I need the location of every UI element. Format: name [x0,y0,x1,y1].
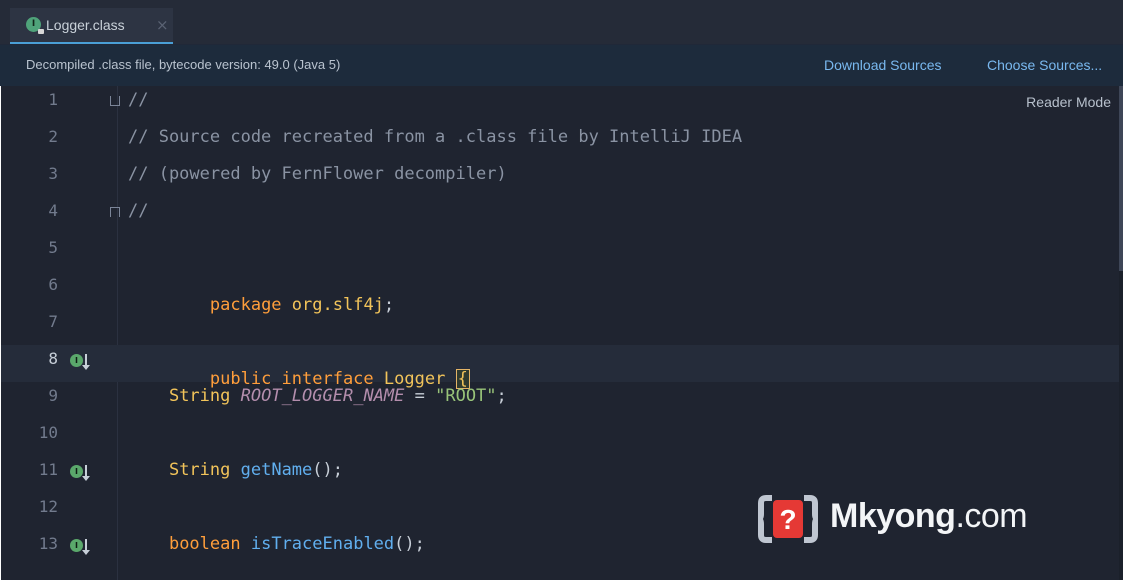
line-number: 13 [38,534,58,553]
code-token-method: isTraceEnabled [250,534,395,554]
choose-sources-link[interactable]: Choose Sources... [987,57,1102,73]
interface-file-icon: I [26,17,44,34]
line-number: 9 [48,386,58,405]
code-line: 3 // (powered by FernFlower decompiler) [0,160,1123,197]
decompiled-notice-text: Decompiled .class file, bytecode version… [26,57,341,72]
line-number: 12 [38,497,58,516]
arrow-down-icon [82,465,90,481]
code-token-method: getName [240,460,313,480]
tab-logger-class[interactable]: I Logger.class × [10,8,173,44]
line-number: 6 [48,275,58,294]
code-text: String getName(); [168,460,343,480]
code-line: 6 package org.slf4j; [0,271,1123,315]
line-number: 7 [48,312,58,331]
question-mark-glyph: ? [779,504,796,535]
code-token-type: String [168,386,231,406]
vertical-scroll-thumb[interactable] [1119,86,1123,271]
close-icon[interactable]: × [156,16,169,34]
fold-toggle-icon[interactable] [110,207,120,217]
mkyong-watermark: ? Mkyong.com [754,487,1081,559]
implemented-method-marker[interactable]: I [70,465,98,482]
line-number: 4 [48,201,58,220]
code-line: 5 [0,234,1123,271]
decompiled-notice-banner: Decompiled .class file, bytecode version… [0,44,1123,88]
fold-toggle-icon[interactable] [110,96,120,106]
code-line: 2 // Source code recreated from a .class… [0,123,1123,160]
code-token-keyword: boolean [168,534,241,554]
code-line: 7 [0,308,1123,345]
code-token-type: String [168,460,231,480]
code-text: // (powered by FernFlower decompiler) [128,164,507,184]
tab-strip: I Logger.class × [0,0,1123,44]
code-token-constant: ROOT_LOGGER_NAME [240,386,405,406]
line-number: 8 [48,349,58,368]
arrow-down-icon [82,539,90,555]
code-text: // [128,90,149,110]
code-line: 9 String ROOT_LOGGER_NAME = "ROOT"; [0,382,1123,419]
code-line: 10 [0,419,1123,456]
line-number: 10 [38,423,58,442]
arrow-down-icon [82,354,90,370]
ide-window: I Logger.class × Decompiled .class file,… [0,0,1123,580]
lock-icon [38,29,44,34]
mkyong-brand-text: Mkyong.com [830,497,1028,535]
line-number: 11 [38,460,58,479]
line-number: 1 [48,90,58,109]
mkyong-logo-icon: ? [758,495,818,543]
code-text: String ROOT_LOGGER_NAME = "ROOT"; [168,386,507,406]
code-line: 8 I public interface Logger { [0,345,1123,389]
code-line: 1 // [0,86,1123,123]
code-text: boolean isTraceEnabled(); [168,534,425,554]
code-text: // [128,201,149,221]
code-text: // Source code recreated from a .class f… [128,127,743,147]
line-number: 5 [48,238,58,257]
tab-label: Logger.class [46,17,125,33]
line-number: 3 [48,164,58,183]
download-sources-link[interactable]: Download Sources [824,57,942,73]
implemented-method-marker[interactable]: I [70,539,98,556]
code-token-string: "ROOT" [435,386,497,406]
line-number: 2 [48,127,58,146]
left-edge-strip [0,86,1,580]
implemented-interface-marker[interactable]: I [70,354,98,371]
code-line: 4 // [0,197,1123,234]
